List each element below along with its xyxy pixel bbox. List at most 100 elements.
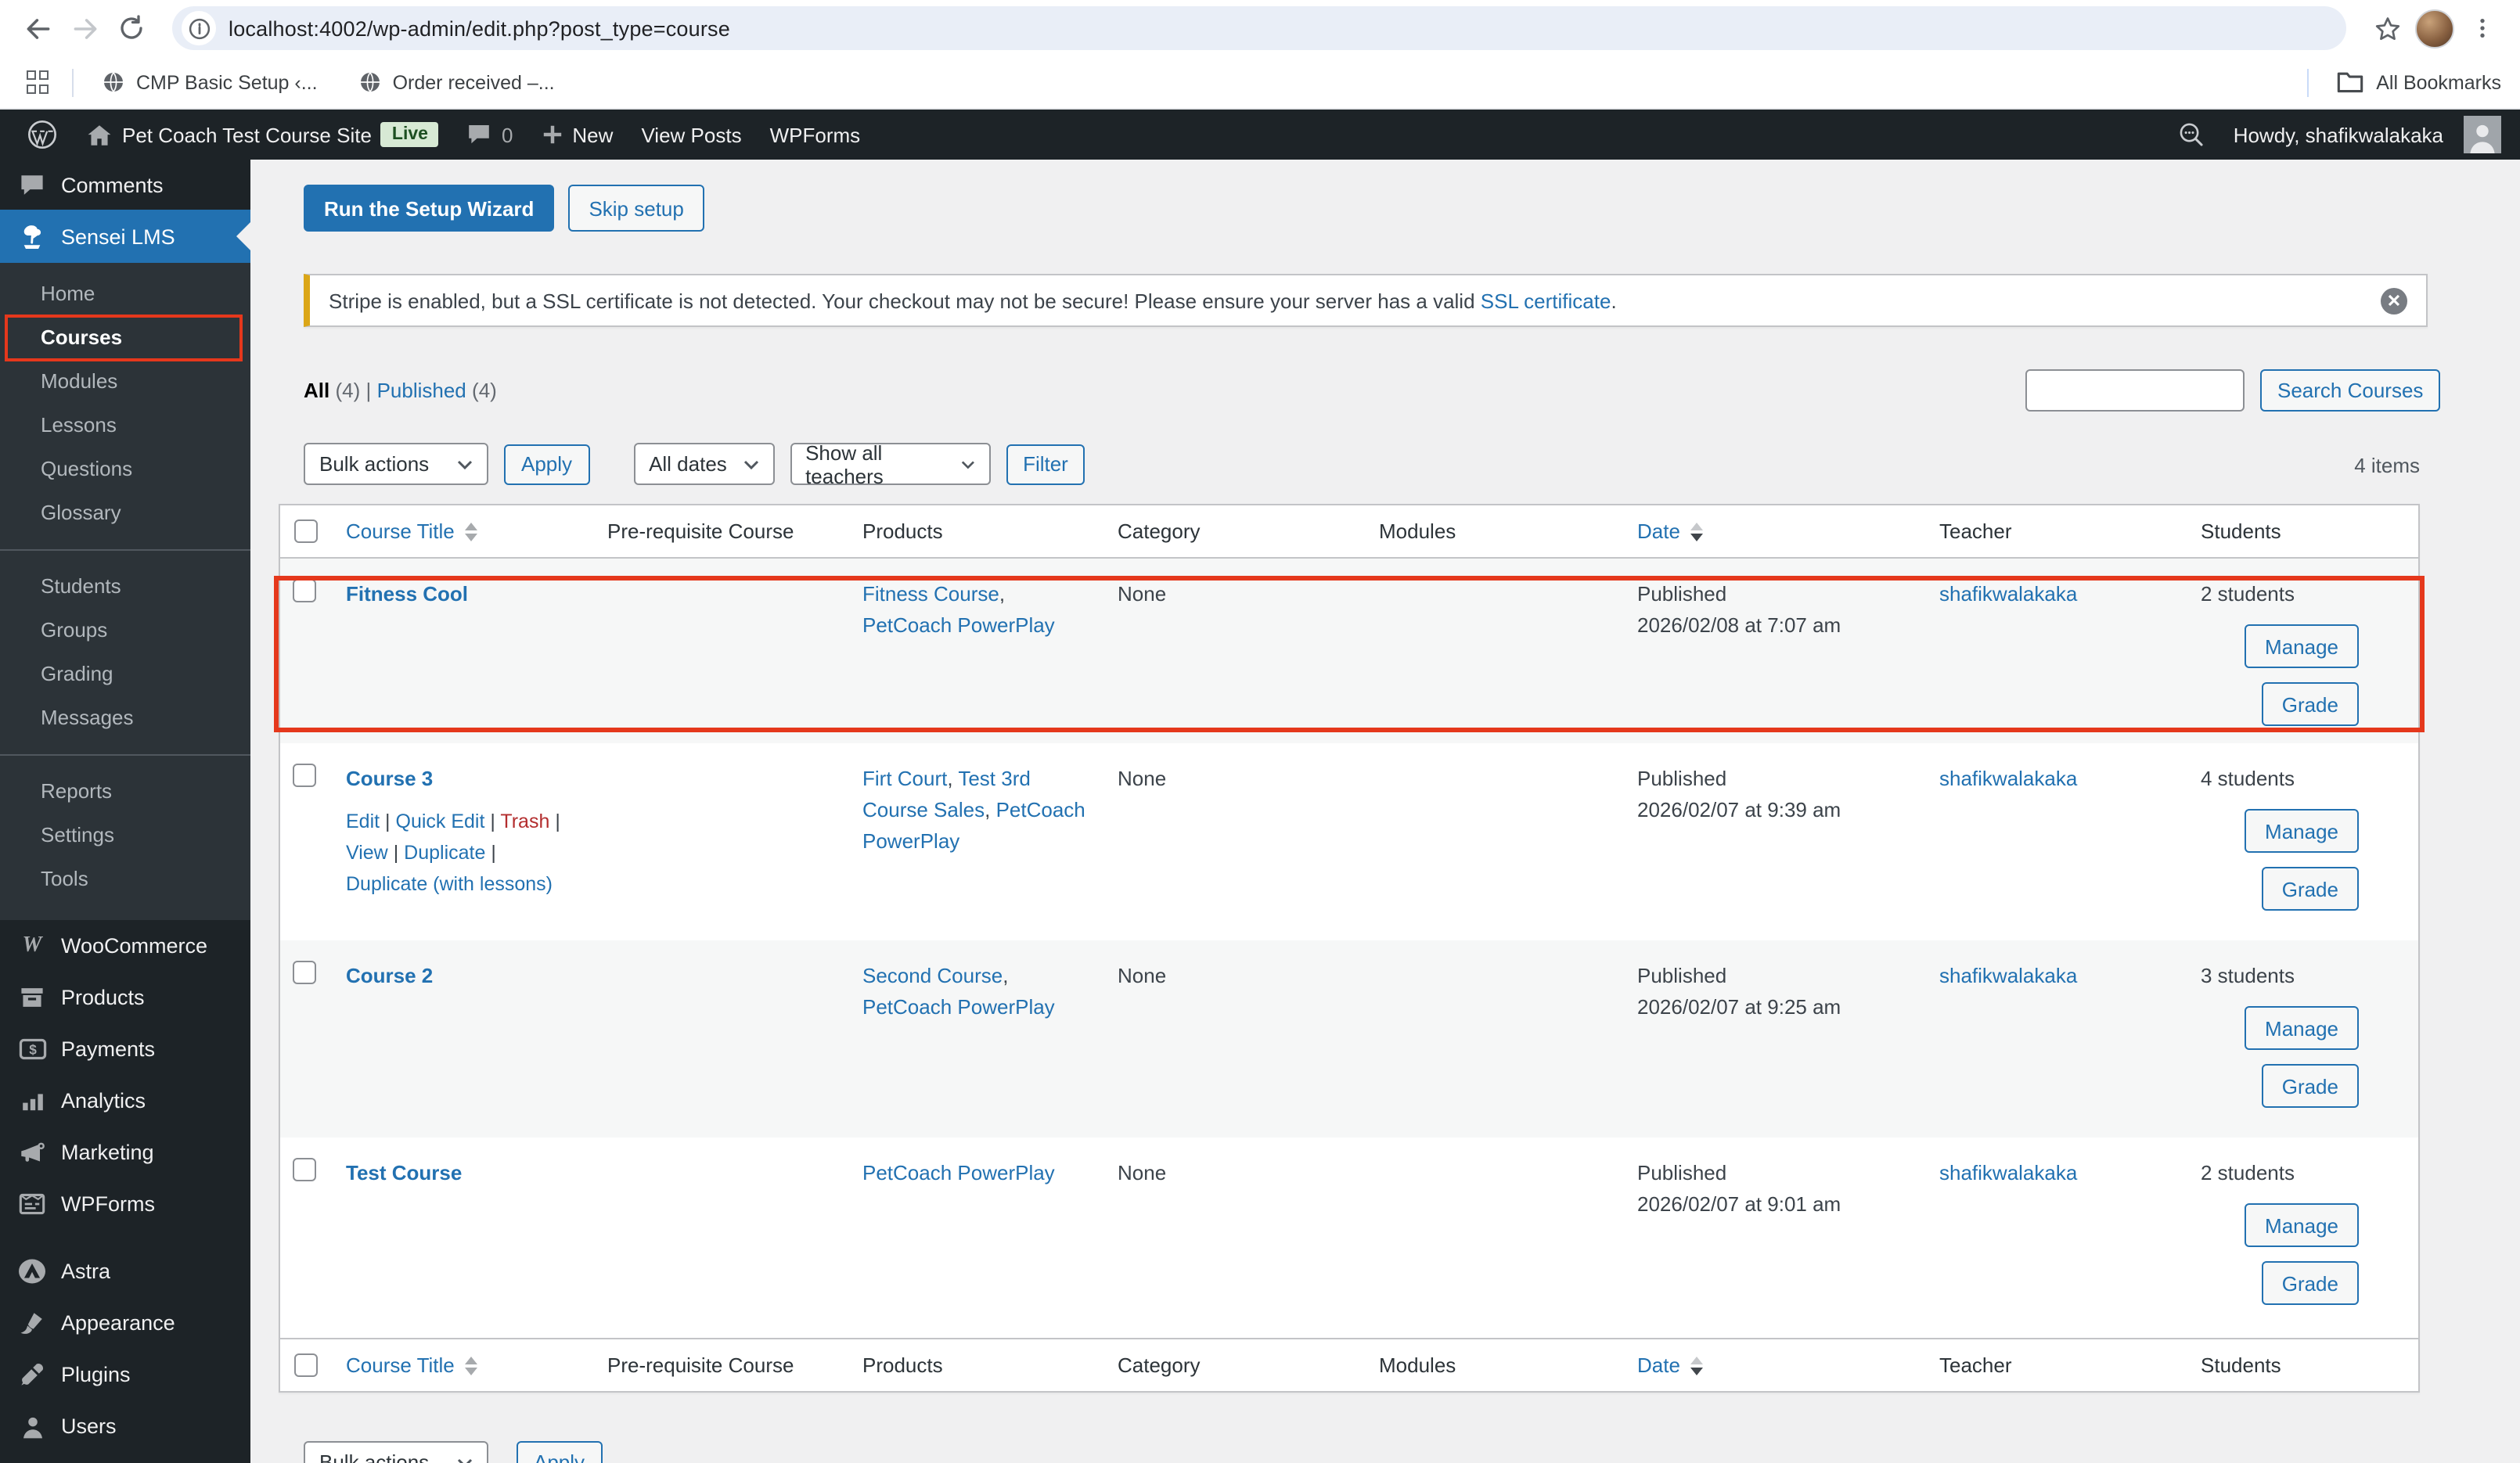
sidebar-item-astra[interactable]: Astra: [0, 1246, 250, 1297]
manage-button[interactable]: Manage: [2245, 1203, 2359, 1247]
row-action-edit[interactable]: Edit: [346, 811, 380, 832]
view-posts-menu[interactable]: View Posts: [627, 110, 755, 160]
product-link-petcoach-powerplay[interactable]: PetCoach PowerPlay: [862, 995, 1055, 1019]
sidebar-item-sensei-lms[interactable]: Sensei LMS: [0, 210, 250, 263]
grade-button[interactable]: Grade: [2261, 682, 2359, 726]
teacher-link[interactable]: shafikwalakaka: [1939, 582, 2077, 606]
sidebar-item-messages[interactable]: Messages: [0, 696, 250, 740]
back-icon[interactable]: [19, 9, 56, 47]
grade-button[interactable]: Grade: [2261, 867, 2359, 911]
row-action-trash[interactable]: Trash: [500, 811, 549, 832]
row-checkbox[interactable]: [293, 1158, 316, 1181]
bulk-actions-select[interactable]: Bulk actions: [304, 443, 488, 485]
apply-button[interactable]: Apply: [504, 444, 590, 484]
course-title-link[interactable]: Test Course: [346, 1161, 462, 1184]
select-all-checkbox[interactable]: [294, 519, 318, 543]
sidebar-item-tools[interactable]: Tools: [0, 857, 250, 901]
grade-button[interactable]: Grade: [2261, 1261, 2359, 1305]
sidebar-item-woocommerce[interactable]: W WooCommerce: [0, 920, 250, 972]
row-checkbox[interactable]: [293, 961, 316, 984]
sidebar-item-settings[interactable]: Settings: [0, 814, 250, 857]
sort-arrows-icon[interactable]: [465, 1356, 478, 1375]
sidebar-item-plugins[interactable]: Plugins: [0, 1349, 250, 1400]
manage-button[interactable]: Manage: [2245, 809, 2359, 853]
product-link-second-course[interactable]: Second Course: [862, 964, 1003, 987]
row-checkbox[interactable]: [293, 579, 316, 602]
view-published-link[interactable]: Published: [377, 379, 466, 402]
sidebar-item-groups[interactable]: Groups: [0, 609, 250, 652]
grade-button[interactable]: Grade: [2261, 1064, 2359, 1108]
sidebar-item-reports[interactable]: Reports: [0, 770, 250, 814]
sidebar-item-payments[interactable]: $ Payments: [0, 1023, 250, 1075]
bulk-actions-select-bottom[interactable]: Bulk actions: [304, 1441, 488, 1463]
apply-button-bottom[interactable]: Apply: [517, 1441, 603, 1463]
sidebar-item-marketing[interactable]: Marketing: [0, 1127, 250, 1178]
admin-search-icon[interactable]: [2163, 120, 2219, 149]
select-all-checkbox[interactable]: [294, 1353, 318, 1377]
product-link-petcoach-powerplay[interactable]: PetCoach PowerPlay: [862, 1161, 1055, 1184]
site-name-menu[interactable]: Pet Coach Test Course Site Live: [72, 110, 453, 160]
sidebar-item-grading[interactable]: Grading: [0, 652, 250, 696]
product-link-petcoach-powerplay[interactable]: PetCoach PowerPlay: [862, 613, 1055, 637]
run-setup-wizard-button[interactable]: Run the Setup Wizard: [304, 185, 555, 232]
sort-arrows-icon[interactable]: [465, 522, 478, 541]
sidebar-item-analytics[interactable]: Analytics: [0, 1075, 250, 1127]
course-title-link[interactable]: Fitness Cool: [346, 582, 468, 606]
new-content-menu[interactable]: New: [527, 110, 627, 160]
teachers-filter-select[interactable]: Show all teachers: [790, 440, 991, 487]
sidebar-item-modules[interactable]: Modules: [0, 360, 250, 404]
search-courses-input[interactable]: [2025, 369, 2245, 412]
dates-filter-select[interactable]: All dates: [633, 443, 775, 485]
search-courses-button[interactable]: Search Courses: [2260, 369, 2441, 412]
sort-arrows-icon[interactable]: [1690, 1356, 1704, 1375]
sidebar-item-courses[interactable]: Courses: [0, 315, 250, 361]
sidebar-item-wpforms[interactable]: WPForms: [0, 1178, 250, 1230]
bookmark-cmp-basic-setup[interactable]: CMP Basic Setup ‹...: [89, 62, 330, 102]
wpforms-admin-menu[interactable]: WPForms: [756, 110, 875, 160]
reload-icon[interactable]: [113, 9, 150, 47]
site-info-icon[interactable]: [182, 11, 216, 45]
ssl-certificate-link[interactable]: SSL certificate: [1481, 289, 1611, 312]
sidebar-item-home[interactable]: Home: [0, 272, 250, 316]
product-link-firt-court[interactable]: Firt Court: [862, 767, 947, 790]
skip-setup-button[interactable]: Skip setup: [568, 185, 704, 232]
items-count: 4 items: [2354, 454, 2420, 477]
manage-button[interactable]: Manage: [2245, 1006, 2359, 1050]
row-action-duplicate-with-lessons[interactable]: Duplicate (with lessons): [346, 873, 553, 895]
row-action-quick-edit[interactable]: Quick Edit: [396, 811, 485, 832]
browser-profile-avatar[interactable]: [2415, 9, 2454, 48]
sidebar-item-comments[interactable]: Comments: [0, 160, 250, 210]
row-action-view[interactable]: View: [346, 842, 388, 864]
sidebar-item-appearance[interactable]: Appearance: [0, 1297, 250, 1349]
teacher-link[interactable]: shafikwalakaka: [1939, 1161, 2077, 1184]
row-checkbox[interactable]: [293, 764, 316, 787]
sort-arrows-icon[interactable]: [1690, 522, 1704, 541]
sidebar-item-questions[interactable]: Questions: [0, 448, 250, 491]
bookmark-star-icon[interactable]: [2368, 9, 2406, 47]
sidebar-item-lessons[interactable]: Lessons: [0, 404, 250, 448]
sidebar-item-glossary[interactable]: Glossary: [0, 491, 250, 535]
apps-grid-icon[interactable]: [19, 63, 56, 101]
browser-menu-icon[interactable]: [2464, 9, 2501, 47]
product-link-fitness-course[interactable]: Fitness Course: [862, 582, 999, 606]
bookmark-order-received[interactable]: Order received –...: [346, 62, 567, 102]
all-bookmarks-button[interactable]: All Bookmarks: [2376, 71, 2501, 93]
teacher-link[interactable]: shafikwalakaka: [1939, 767, 2077, 790]
manage-button[interactable]: Manage: [2245, 624, 2359, 668]
sidebar-item-students[interactable]: Students: [0, 565, 250, 609]
teacher-link[interactable]: shafikwalakaka: [1939, 964, 2077, 987]
admin-comments-menu[interactable]: 0: [453, 110, 527, 160]
forward-icon[interactable]: [66, 9, 103, 47]
dismiss-notice-icon[interactable]: ✕: [2381, 287, 2407, 314]
students-count: 4 students: [2201, 767, 2295, 790]
row-action-duplicate[interactable]: Duplicate: [404, 842, 485, 864]
course-title-link[interactable]: Course 3: [346, 767, 433, 790]
view-all-link[interactable]: All: [304, 379, 329, 402]
sidebar-item-users[interactable]: Users: [0, 1400, 250, 1452]
course-title-link[interactable]: Course 2: [346, 964, 433, 987]
howdy-account-menu[interactable]: Howdy, shafikwalakaka: [2219, 116, 2507, 153]
wp-logo-icon[interactable]: [13, 110, 72, 160]
address-bar[interactable]: localhost:4002/wp-admin/edit.php?post_ty…: [172, 6, 2346, 50]
filter-button[interactable]: Filter: [1006, 444, 1085, 484]
sidebar-item-products[interactable]: Products: [0, 972, 250, 1023]
